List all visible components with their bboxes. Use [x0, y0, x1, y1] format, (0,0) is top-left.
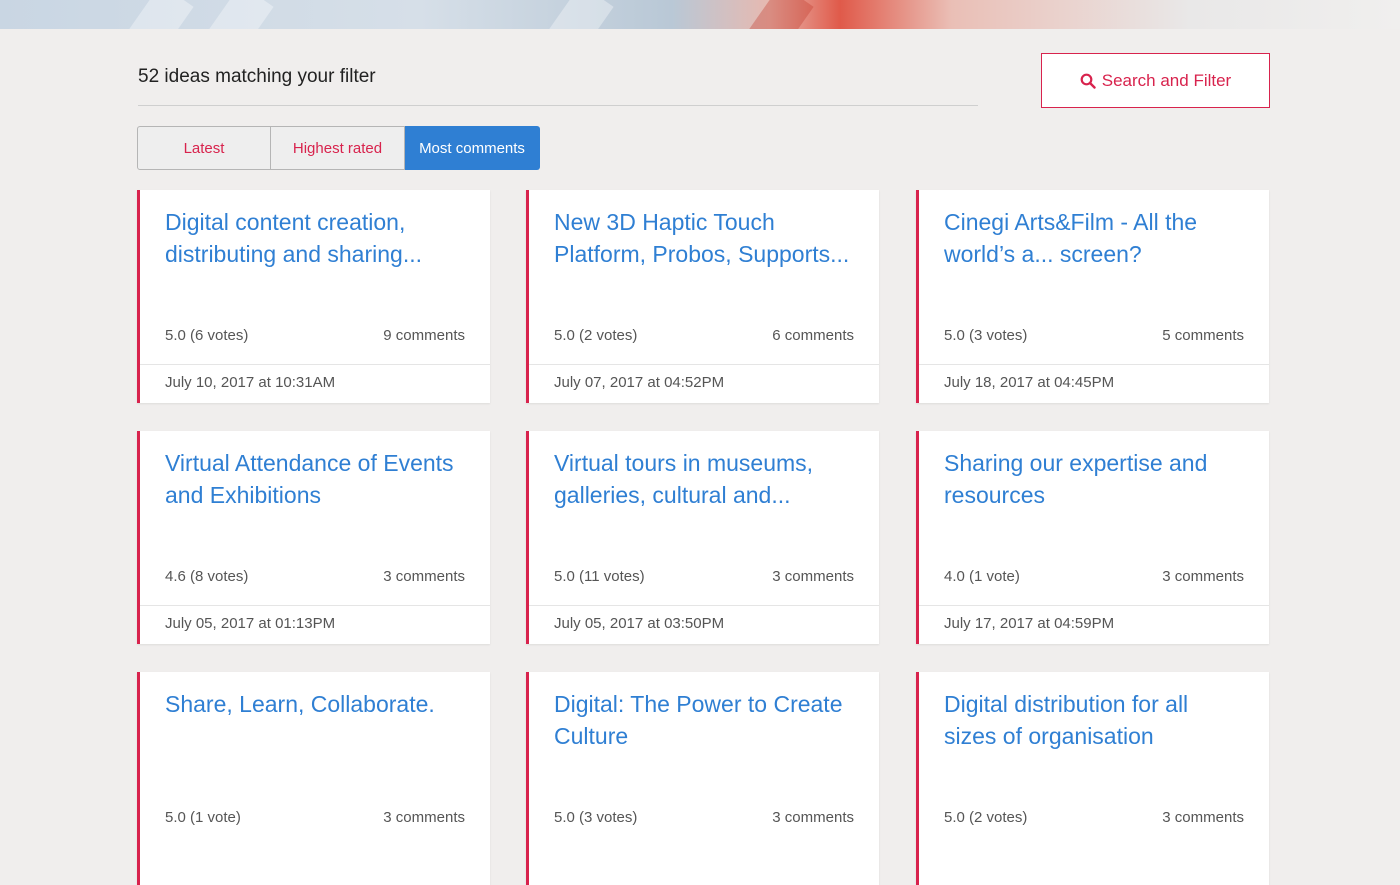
search-and-filter-button[interactable]: Search and Filter: [1041, 53, 1270, 108]
idea-card[interactable]: Cinegi Arts&Film - All the world’s a... …: [916, 190, 1269, 403]
idea-rating: 4.0 (1 vote): [944, 568, 1020, 585]
idea-date: July 17, 2017 at 04:59PM: [944, 615, 1115, 632]
results-divider: [138, 105, 978, 106]
idea-title-link[interactable]: Digital: The Power to Create Culture: [554, 688, 854, 752]
idea-comments-count: 3 comments: [383, 809, 465, 826]
idea-comments-count: 9 comments: [383, 327, 465, 344]
idea-card[interactable]: Sharing our expertise and resources 4.0 …: [916, 431, 1269, 644]
idea-rating: 5.0 (2 votes): [944, 809, 1028, 826]
card-divider: [140, 605, 490, 606]
idea-date: July 05, 2017 at 03:50PM: [554, 615, 725, 632]
tab-highest-rated[interactable]: Highest rated: [271, 126, 405, 170]
card-divider: [919, 364, 1269, 365]
idea-rating: 5.0 (2 votes): [554, 327, 638, 344]
idea-card[interactable]: Digital: The Power to Create Culture 5.0…: [526, 672, 879, 885]
tab-most-comments[interactable]: Most comments: [405, 126, 540, 170]
idea-comments-count: 3 comments: [772, 809, 854, 826]
idea-card[interactable]: Digital distribution for all sizes of or…: [916, 672, 1269, 885]
sort-tabs: Latest Highest rated Most comments: [137, 126, 540, 170]
idea-title-link[interactable]: Digital distribution for all sizes of or…: [944, 688, 1244, 752]
idea-title-link[interactable]: New 3D Haptic Touch Platform, Probos, Su…: [554, 206, 854, 270]
idea-comments-count: 3 comments: [1162, 809, 1244, 826]
idea-rating: 5.0 (11 votes): [554, 568, 645, 585]
results-count-text: 52 ideas matching your filter: [138, 66, 376, 87]
search-and-filter-label: Search and Filter: [1101, 70, 1232, 90]
tab-latest[interactable]: Latest: [137, 126, 271, 170]
idea-card[interactable]: Share, Learn, Collaborate. 5.0 (1 vote) …: [137, 672, 490, 885]
idea-comments-count: 5 comments: [1162, 327, 1244, 344]
idea-card[interactable]: Virtual Attendance of Events and Exhibit…: [137, 431, 490, 644]
idea-card[interactable]: Digital content creation, distributing a…: [137, 190, 490, 403]
idea-date: July 05, 2017 at 01:13PM: [165, 615, 336, 632]
idea-comments-count: 3 comments: [1162, 568, 1244, 585]
hero-banner-strip: [0, 0, 1400, 29]
search-icon: [1080, 73, 1096, 89]
idea-card[interactable]: Virtual tours in museums, galleries, cul…: [526, 431, 879, 644]
idea-comments-count: 3 comments: [383, 568, 465, 585]
card-divider: [140, 364, 490, 365]
banner-decoration: [546, 0, 614, 29]
banner-decoration: [206, 0, 274, 29]
idea-rating: 5.0 (6 votes): [165, 327, 249, 344]
idea-date: July 18, 2017 at 04:45PM: [944, 374, 1115, 391]
idea-comments-count: 6 comments: [772, 327, 854, 344]
card-divider: [919, 605, 1269, 606]
card-divider: [529, 605, 879, 606]
idea-title-link[interactable]: Cinegi Arts&Film - All the world’s a... …: [944, 206, 1244, 270]
idea-title-link[interactable]: Virtual tours in museums, galleries, cul…: [554, 447, 854, 511]
idea-rating: 5.0 (1 vote): [165, 809, 241, 826]
idea-date: July 10, 2017 at 10:31AM: [165, 374, 336, 391]
idea-date: July 07, 2017 at 04:52PM: [554, 374, 725, 391]
banner-decoration: [126, 0, 194, 29]
banner-decoration: [746, 0, 814, 29]
idea-comments-count: 3 comments: [772, 568, 854, 585]
idea-title-link[interactable]: Sharing our expertise and resources: [944, 447, 1244, 511]
idea-rating: 5.0 (3 votes): [944, 327, 1028, 344]
idea-title-link[interactable]: Share, Learn, Collaborate.: [165, 688, 465, 720]
idea-card[interactable]: New 3D Haptic Touch Platform, Probos, Su…: [526, 190, 879, 403]
idea-rating: 5.0 (3 votes): [554, 809, 638, 826]
idea-rating: 4.6 (8 votes): [165, 568, 249, 585]
idea-title-link[interactable]: Virtual Attendance of Events and Exhibit…: [165, 447, 465, 511]
card-divider: [529, 364, 879, 365]
idea-title-link[interactable]: Digital content creation, distributing a…: [165, 206, 465, 270]
